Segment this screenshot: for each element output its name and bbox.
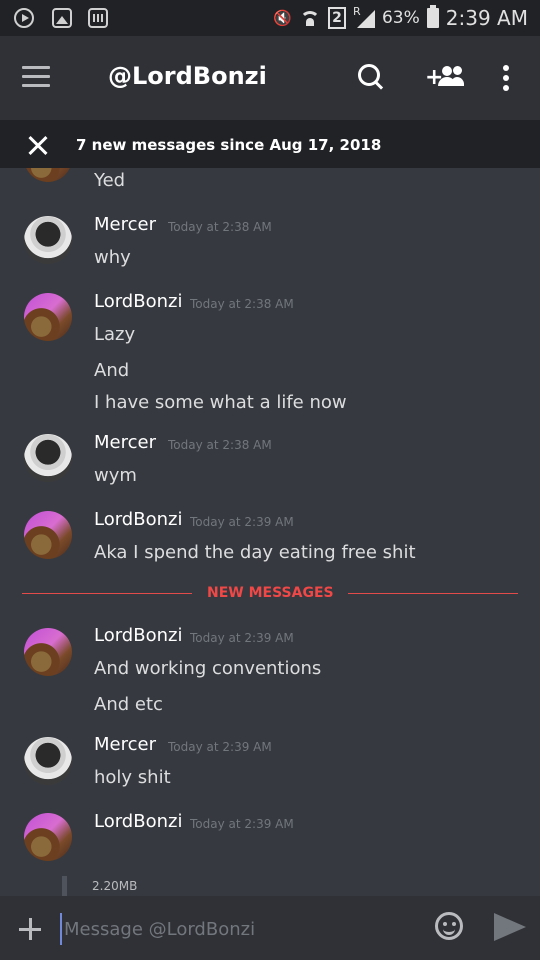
avatar[interactable] xyxy=(24,434,72,482)
message-timestamp: Today at 2:39 AM xyxy=(168,740,272,754)
message-timestamp: Today at 2:39 AM xyxy=(190,817,294,831)
message-text: And working conventions xyxy=(94,658,322,679)
message-text: And xyxy=(94,360,130,381)
message-text: I have some what a life now xyxy=(94,392,347,413)
signal-icon: R xyxy=(352,5,375,28)
calendar-icon xyxy=(88,8,108,28)
message-text: why xyxy=(94,247,131,268)
avatar[interactable] xyxy=(24,168,72,182)
status-bar: 🔇 2 R 63% 2:39 AM xyxy=(0,0,540,36)
play-store-icon xyxy=(14,8,34,28)
message-author[interactable]: Mercer xyxy=(94,432,156,453)
message-text: Yed xyxy=(94,170,126,191)
message-timestamp: Today at 2:38 AM xyxy=(168,438,272,452)
attachment-accent-bar xyxy=(62,876,67,896)
message-timestamp: Today at 2:38 AM xyxy=(168,220,272,234)
wifi-icon xyxy=(299,9,321,27)
channel-title: @LordBonzi xyxy=(108,62,267,90)
new-messages-divider-line xyxy=(348,593,518,594)
mute-icon: 🔇 xyxy=(273,9,292,27)
battery-percent: 63% xyxy=(381,8,420,28)
send-icon[interactable] xyxy=(494,913,526,941)
new-messages-divider: NEW MESSAGES xyxy=(207,585,334,601)
message-author[interactable]: LordBonzi xyxy=(94,509,182,530)
close-icon[interactable] xyxy=(28,136,48,156)
app-bar: @LordBonzi + xyxy=(0,36,540,120)
avatar[interactable] xyxy=(24,511,72,559)
message-author[interactable]: LordBonzi xyxy=(94,291,182,312)
attachment-size: 2.20MB xyxy=(92,879,138,893)
avatar[interactable] xyxy=(24,737,72,785)
message-author[interactable]: Mercer xyxy=(94,214,156,235)
message-list[interactable]: Yed Mercer Today at 2:38 AM why LordBonz… xyxy=(0,168,540,896)
avatar[interactable] xyxy=(24,813,72,861)
battery-icon xyxy=(426,5,439,28)
emoji-icon[interactable] xyxy=(435,912,463,940)
message-timestamp: Today at 2:39 AM xyxy=(190,631,294,645)
message-author[interactable]: LordBonzi xyxy=(94,811,182,832)
message-text: Aka I spend the day eating free shit xyxy=(94,542,416,563)
search-icon[interactable] xyxy=(358,64,384,90)
message-author[interactable]: Mercer xyxy=(94,734,156,755)
message-text: holy shit xyxy=(94,767,171,788)
message-timestamp: Today at 2:38 AM xyxy=(190,297,294,311)
message-text: And etc xyxy=(94,694,163,715)
clock: 2:39 AM xyxy=(445,6,528,30)
message-input[interactable] xyxy=(60,913,424,945)
gallery-icon xyxy=(52,8,72,28)
menu-icon[interactable] xyxy=(22,66,50,88)
avatar[interactable] xyxy=(24,628,72,676)
avatar[interactable] xyxy=(24,216,72,264)
message-timestamp: Today at 2:39 AM xyxy=(190,515,294,529)
message-text: Lazy xyxy=(94,324,136,345)
roaming-label: R xyxy=(352,5,361,18)
status-indicators: 🔇 2 R 63% 2:39 AM xyxy=(273,5,528,31)
more-options-icon[interactable] xyxy=(502,65,510,91)
message-author[interactable]: LordBonzi xyxy=(94,625,182,646)
add-attachment-icon[interactable] xyxy=(19,918,41,940)
avatar[interactable] xyxy=(24,293,72,341)
sim-slot-indicator: 2 xyxy=(327,7,346,29)
new-messages-divider-line xyxy=(22,593,192,594)
message-text: wym xyxy=(94,465,137,486)
add-friend-icon[interactable]: + xyxy=(425,64,464,90)
new-messages-banner-text: 7 new messages since Aug 17, 2018 xyxy=(76,136,382,154)
